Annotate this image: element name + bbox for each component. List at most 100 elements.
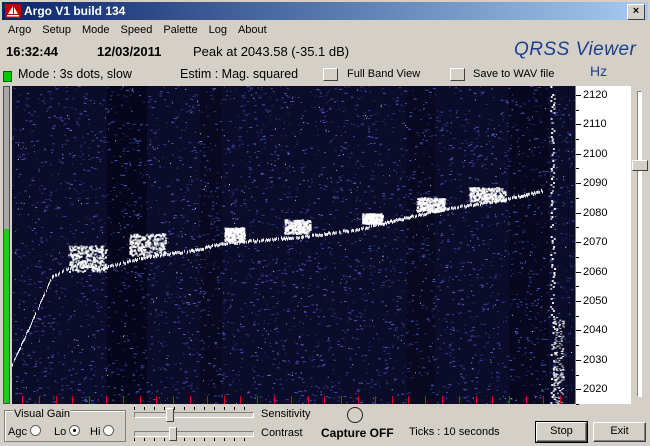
time-tick — [408, 396, 410, 404]
stop-button[interactable]: Stop — [535, 421, 588, 443]
hi-label: Hi — [90, 426, 101, 438]
signal-level-meter — [3, 86, 10, 404]
brand-logo: QRSS Viewer — [514, 39, 637, 60]
menu-bar: Argo Setup Mode Speed Palette Log About — [2, 22, 272, 40]
freq-minor-tick — [576, 139, 579, 140]
freq-minor-tick — [576, 404, 579, 405]
agc-label: Agc — [8, 426, 27, 438]
capture-indicator-icon[interactable] — [347, 407, 363, 423]
unit-label: Hz — [590, 63, 608, 79]
slider-tick — [214, 438, 215, 441]
hi-radio[interactable] — [103, 425, 115, 436]
time-tick — [173, 396, 175, 404]
menu-mode[interactable]: Mode — [76, 22, 115, 36]
freq-minor-tick — [576, 345, 579, 347]
exit-button[interactable]: Exit — [593, 422, 646, 442]
close-button[interactable]: × — [627, 4, 645, 20]
slider-tick — [204, 407, 205, 410]
clock-readout: 16:32:44 — [6, 44, 59, 59]
time-tick — [458, 396, 460, 404]
slider-tick — [244, 407, 245, 410]
agc-option[interactable]: Agc — [8, 425, 42, 438]
time-tick — [559, 396, 561, 404]
menu-about[interactable]: About — [232, 22, 272, 36]
freq-tick-label: 2110 — [583, 118, 607, 131]
freq-tick-label: 2120 — [583, 88, 608, 101]
slider-tick — [214, 407, 215, 410]
freq-tick — [576, 359, 581, 361]
freq-tick — [576, 94, 581, 96]
date-readout: 12/03/2011 — [97, 44, 162, 59]
freq-tick — [576, 212, 581, 214]
freq-tick — [576, 271, 581, 273]
time-tick — [22, 396, 23, 404]
slider-tick — [234, 407, 235, 410]
freq-minor-tick — [576, 286, 579, 288]
freq-tick-label: 2040 — [583, 324, 608, 337]
freq-minor-tick — [576, 109, 579, 111]
slider-tick — [134, 407, 135, 410]
window-title: Argo V1 build 134 — [24, 4, 126, 18]
time-tick — [374, 396, 376, 404]
freq-minor-tick — [576, 315, 579, 317]
contrast-label: Contrast — [261, 427, 303, 439]
save-wav-checkbox[interactable] — [450, 68, 465, 81]
freq-tick — [576, 183, 581, 185]
peak-readout: Peak at 2043.58 (-35.1 dB) — [193, 44, 350, 59]
time-tick — [206, 396, 208, 404]
slider-tick — [144, 407, 145, 410]
contrast-ticks — [134, 438, 252, 441]
estimator-readout: Estim : Mag. squared — [180, 67, 299, 81]
freq-tick — [576, 300, 581, 302]
menu-setup[interactable]: Setup — [36, 22, 76, 36]
freq-tick-label: 2060 — [583, 265, 608, 278]
contrast-thumb[interactable] — [169, 427, 177, 441]
slider-tick — [224, 407, 225, 410]
time-tick — [391, 396, 393, 404]
slider-tick — [164, 407, 165, 410]
freq-minor-tick — [576, 374, 579, 376]
scroll-slider-thumb[interactable] — [632, 160, 648, 171]
time-tick — [425, 396, 427, 404]
freq-tick — [576, 330, 581, 332]
freq-tick-label: 2080 — [583, 206, 608, 219]
time-tick — [223, 396, 225, 404]
lo-radio[interactable] — [69, 425, 81, 436]
time-tick — [156, 396, 158, 404]
slider-tick — [234, 438, 235, 441]
slider-tick — [224, 438, 225, 441]
save-wav-label: Save to WAV file — [473, 68, 555, 80]
time-tick — [442, 396, 443, 404]
lo-option[interactable]: Lo — [54, 425, 81, 438]
menu-palette[interactable]: Palette — [157, 22, 202, 36]
time-tick — [358, 396, 359, 404]
slider-tick — [184, 438, 185, 441]
title-bar[interactable]: Argo V1 build 134 × — [2, 2, 648, 20]
menu-argo[interactable]: Argo — [2, 22, 36, 36]
sensitivity-ticks — [134, 407, 252, 410]
sensitivity-label: Sensitivity — [261, 408, 311, 420]
menu-speed[interactable]: Speed — [115, 22, 158, 36]
contrast-slider[interactable] — [134, 431, 254, 437]
waterfall-display[interactable] — [12, 86, 575, 404]
time-tick — [38, 396, 40, 404]
time-tick — [72, 396, 74, 404]
status-led-icon — [3, 71, 12, 82]
freq-tick-label: 2070 — [583, 236, 608, 249]
hi-option[interactable]: Hi — [90, 425, 115, 438]
slider-tick — [194, 407, 195, 410]
sensitivity-thumb[interactable] — [166, 408, 174, 422]
sensitivity-slider[interactable] — [134, 412, 254, 418]
visual-gain-group: Visual Gain Agc Lo Hi — [4, 408, 126, 442]
freq-minor-tick — [576, 168, 579, 170]
menu-log[interactable]: Log — [203, 22, 232, 36]
time-tick — [55, 396, 57, 404]
time-tick — [324, 396, 326, 404]
time-tick — [106, 396, 107, 404]
agc-radio[interactable] — [30, 425, 42, 436]
time-tick — [509, 396, 511, 404]
slider-tick — [194, 438, 195, 441]
scroll-slider-track[interactable] — [637, 91, 642, 397]
time-tick — [307, 396, 309, 404]
full-band-checkbox[interactable] — [323, 68, 338, 81]
